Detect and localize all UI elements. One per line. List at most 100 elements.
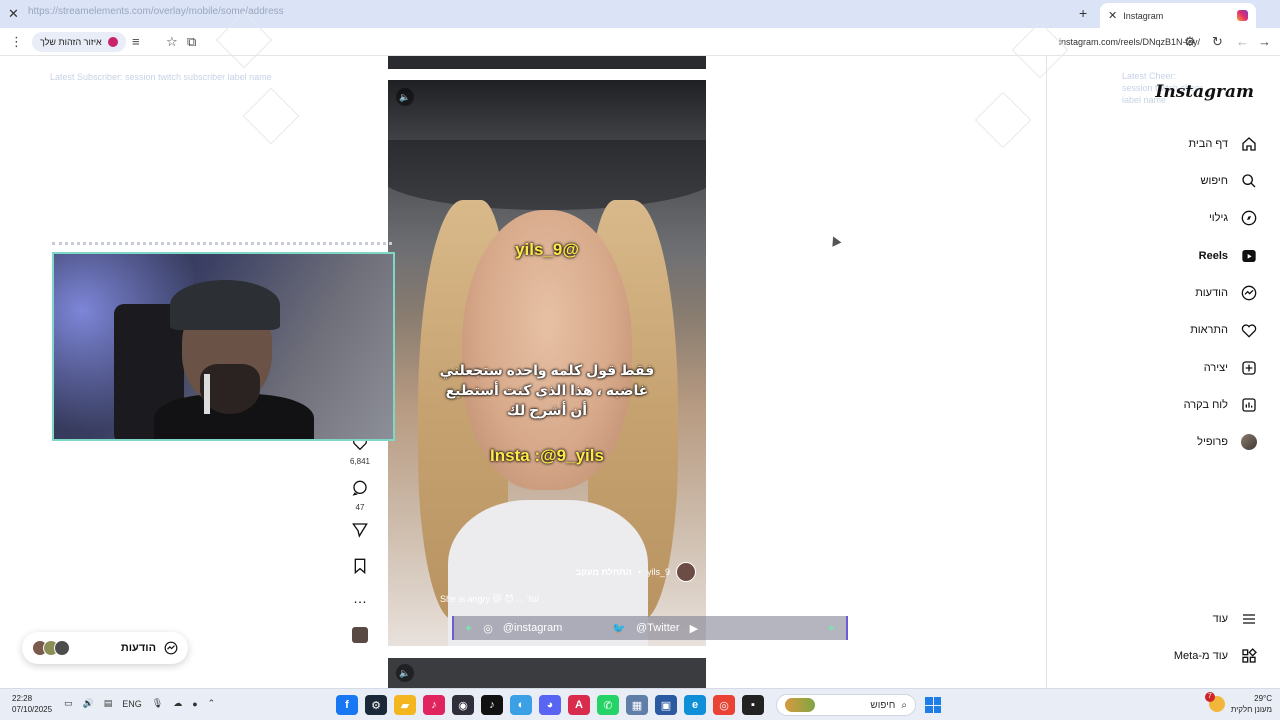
twitter-bird-icon: 🐦 bbox=[612, 622, 626, 635]
audio-avatar[interactable] bbox=[352, 627, 368, 643]
calculator-icon[interactable]: ▦ bbox=[626, 695, 648, 715]
message-avatars bbox=[32, 640, 70, 656]
network-icon[interactable]: ▤ bbox=[104, 698, 113, 709]
heart-icon bbox=[1240, 321, 1258, 339]
webcam-frame-dots bbox=[52, 242, 392, 248]
instagram-page: Latest Subscriber: session twitch subscr… bbox=[0, 11, 1280, 688]
sidebar-more[interactable]: עוד bbox=[1213, 607, 1258, 631]
reload-icon[interactable]: ↻ bbox=[1212, 34, 1223, 50]
chrome-icon[interactable]: ◎ bbox=[713, 695, 735, 715]
sparkle-icon: ✦ bbox=[826, 622, 836, 635]
profile-chip[interactable]: איזור הזהות שלך bbox=[32, 32, 126, 52]
reel-video[interactable]: 🔈 @9_yils فقط قول كلمه واحده ستجعلني غاض… bbox=[388, 80, 706, 646]
facebook-icon[interactable]: f bbox=[336, 695, 358, 715]
notification-badge: 7 bbox=[1204, 692, 1215, 702]
sidebar-item-profile[interactable]: פרופיל bbox=[1197, 430, 1258, 454]
next-sound-toggle-icon[interactable]: 🔈 bbox=[396, 664, 414, 682]
tiktok-studio-icon[interactable]: ♪ bbox=[423, 695, 445, 715]
new-tab-button[interactable]: + bbox=[1079, 5, 1087, 21]
author-name[interactable]: 9_yils bbox=[647, 567, 670, 577]
more-options-icon[interactable]: … bbox=[346, 590, 374, 606]
chevron-up-icon[interactable]: ⌃ bbox=[208, 698, 216, 709]
folder-icon[interactable]: ▰ bbox=[394, 695, 416, 715]
instagram-glyph-icon: ◎ bbox=[483, 622, 493, 635]
back-icon[interactable]: → bbox=[1258, 34, 1271, 49]
steam-icon[interactable]: ⚙ bbox=[365, 695, 387, 715]
tab-instagram[interactable]: ✕ Instagram bbox=[1100, 3, 1256, 28]
edge-icon[interactable]: e bbox=[684, 695, 706, 715]
taskbar-clock[interactable]: 22:28 07/10/2025 bbox=[12, 693, 52, 715]
dashboard-icon bbox=[1240, 396, 1258, 414]
close-window-icon[interactable]: ✕ bbox=[8, 6, 19, 22]
sidebar-item-dashboard[interactable]: לוח בקרה bbox=[1184, 393, 1258, 417]
weather-text: 29°C מעונן חלקית bbox=[1231, 693, 1272, 715]
sidebar-also-from-meta[interactable]: עוד מ-Meta bbox=[1174, 644, 1258, 668]
sidebar-item-explore[interactable]: גילוי bbox=[1209, 206, 1258, 230]
battery-icon[interactable]: ▭ bbox=[64, 698, 73, 709]
sidebar-item-home[interactable]: דף הבית bbox=[1189, 132, 1258, 156]
steam-tray-icon[interactable]: ● bbox=[192, 699, 197, 709]
obs-icon[interactable]: ◉ bbox=[452, 695, 474, 715]
mouse-cursor bbox=[828, 234, 842, 247]
forward-icon[interactable]: ← bbox=[1236, 34, 1249, 49]
store-icon[interactable]: ▣ bbox=[655, 695, 677, 715]
bookmark-star-icon[interactable]: ☆ bbox=[166, 34, 178, 50]
system-tray: ▭ 🔊 ▤ ENG 🎙 ☁ ● ⌃ bbox=[64, 698, 215, 709]
grid-icon bbox=[1240, 647, 1258, 665]
follow-button[interactable]: התחלת מעקב bbox=[575, 567, 631, 577]
volume-icon[interactable]: 🔊 bbox=[83, 698, 94, 709]
sound-toggle-icon[interactable]: 🔈 bbox=[396, 88, 414, 106]
sidebar-item-notifications[interactable]: התראות bbox=[1190, 318, 1258, 342]
previous-reel-sliver[interactable] bbox=[388, 56, 706, 69]
next-reel-peek[interactable]: 🔈 bbox=[388, 658, 706, 688]
taskbar-apps: f ⚙ ▰ ♪ ◉ ♪ ◐ ◕ A ✆ ▦ ▣ e ◎ ▪ bbox=[336, 695, 764, 715]
sidebar-item-messages[interactable]: הודעות bbox=[1195, 281, 1258, 305]
whatsapp-icon[interactable]: ✆ bbox=[597, 695, 619, 715]
tab-close-icon[interactable]: ✕ bbox=[1108, 9, 1117, 22]
sidebar-item-label: התראות bbox=[1190, 324, 1228, 336]
home-icon bbox=[1240, 135, 1258, 153]
streamer-webcam bbox=[52, 252, 395, 441]
comment-button[interactable]: 47 bbox=[346, 480, 374, 512]
clock-time: 22:28 bbox=[12, 694, 33, 703]
reel-arabic-caption: فقط قول كلمه واحده ستجعلني غاضبه ، هذا ا… bbox=[439, 362, 655, 418]
messenger-icon bbox=[164, 641, 178, 655]
tiktok-icon[interactable]: ♪ bbox=[481, 695, 503, 715]
author-avatar[interactable] bbox=[676, 562, 696, 582]
reading-list-icon[interactable]: ≡ bbox=[132, 34, 140, 49]
cloud-icon[interactable]: ☁ bbox=[173, 698, 182, 709]
instagram-logo[interactable]: Instagram bbox=[1155, 82, 1254, 102]
extensions-icon[interactable]: ⚙ bbox=[1184, 34, 1196, 50]
share-button[interactable] bbox=[346, 522, 374, 543]
messenger-icon bbox=[1240, 284, 1258, 302]
microphone-icon[interactable]: 🎙 bbox=[152, 698, 163, 709]
reel-description-text: She is angry bbox=[440, 594, 491, 604]
overlay-latest-subscriber: Latest Subscriber: session twitch subscr… bbox=[50, 72, 272, 82]
browser-blue-icon[interactable]: ◐ bbox=[510, 695, 532, 715]
sidebar-item-label: דף הבית bbox=[1188, 138, 1228, 150]
terminal-icon[interactable]: ▪ bbox=[742, 695, 764, 715]
reel-scene-car-roof bbox=[388, 140, 706, 210]
message-avatar bbox=[54, 640, 70, 656]
taskbar-weather[interactable]: 29°C מעונן חלקית 7 bbox=[1204, 692, 1272, 715]
reel-more-link[interactable]: ... עוד bbox=[516, 594, 539, 604]
adobe-icon[interactable]: A bbox=[568, 695, 590, 715]
sidebar-item-reels[interactable]: Reels bbox=[1199, 244, 1258, 268]
sidebar-item-label: לוח בקרה bbox=[1183, 399, 1228, 411]
sparkle-icon: ✦ bbox=[464, 622, 474, 635]
share-icon[interactable]: ⧉ bbox=[187, 34, 196, 50]
messages-floating-button[interactable]: הודעות bbox=[22, 632, 188, 664]
language-indicator[interactable]: ENG bbox=[122, 699, 142, 709]
discord-icon[interactable]: ◕ bbox=[539, 695, 561, 715]
save-button[interactable] bbox=[346, 558, 374, 579]
reel-insta-caption: Insta :@9_yils bbox=[490, 446, 604, 465]
browser-toolbar: ⋮ איזור הזהות שלך ≡ ☆ ⧉ instagram.com/re… bbox=[0, 28, 1280, 56]
taskbar-search[interactable]: ⌕ חיפוש bbox=[776, 694, 916, 716]
overlay-star-diamond bbox=[242, 87, 300, 145]
menu-dots-icon[interactable]: ⋮ bbox=[10, 34, 23, 50]
compass-icon bbox=[1240, 209, 1258, 227]
sidebar-item-label: גילוי bbox=[1208, 212, 1228, 224]
windows-start-icon[interactable] bbox=[925, 697, 941, 713]
sidebar-item-search[interactable]: חיפוש bbox=[1201, 169, 1258, 193]
sidebar-item-create[interactable]: יצירה bbox=[1204, 356, 1258, 380]
